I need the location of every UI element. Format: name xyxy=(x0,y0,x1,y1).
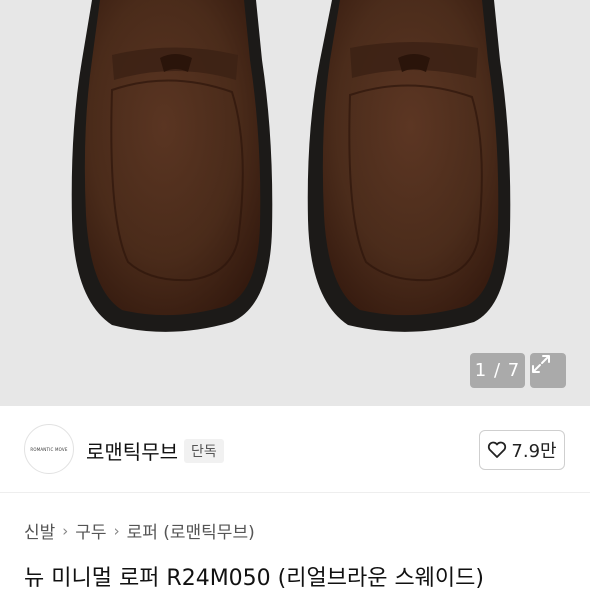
heart-icon xyxy=(488,441,507,458)
shop-row: ROMANTIC MOVE 로맨틱무브 단독 7.9만 xyxy=(0,406,590,493)
breadcrumb-item-shoes[interactable]: 신발 xyxy=(24,518,55,543)
chevron-right-icon: › xyxy=(62,521,69,540)
like-button[interactable]: 7.9만 xyxy=(479,430,565,470)
shop-logo-text: ROMANTIC MOVE xyxy=(30,446,68,452)
chevron-right-icon: › xyxy=(113,521,120,540)
shop-name[interactable]: 로맨틱무브 xyxy=(86,436,178,465)
expand-icon xyxy=(532,355,550,373)
image-counter: 1 / 7 xyxy=(470,353,525,388)
product-title: 뉴 미니멀 로퍼 R24M050 (리얼브라운 스웨이드) xyxy=(24,566,484,591)
product-image-gallery[interactable]: 1 / 7 xyxy=(0,0,590,406)
breadcrumb: 신발 › 구두 › 로퍼 (로맨틱무브) xyxy=(24,518,255,544)
shop-logo[interactable]: ROMANTIC MOVE xyxy=(24,424,74,474)
exclusive-badge: 단독 xyxy=(184,439,224,463)
product-photo xyxy=(71,0,511,332)
breadcrumb-item-dress-shoes[interactable]: 구두 xyxy=(75,518,106,543)
breadcrumb-item-loafers[interactable]: 로퍼 (로맨틱무브) xyxy=(127,518,255,543)
expand-button[interactable] xyxy=(530,353,566,388)
like-count: 7.9만 xyxy=(511,441,557,462)
